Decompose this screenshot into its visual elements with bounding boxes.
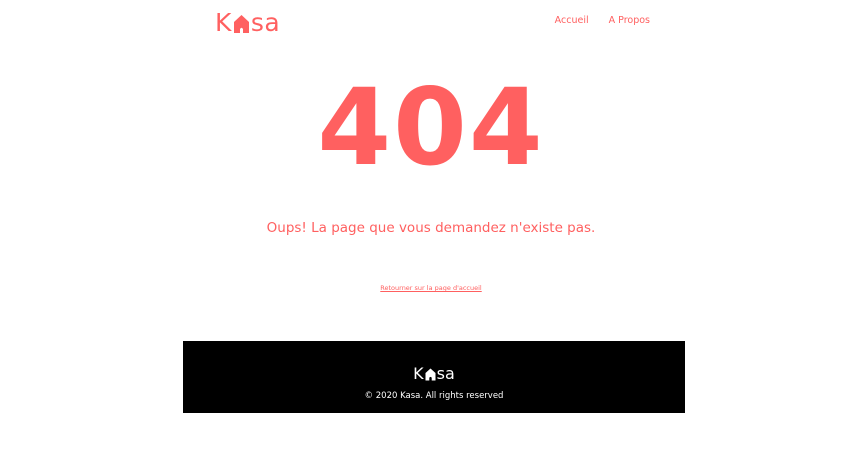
house-icon — [233, 15, 249, 33]
page: K sa Accueil A Propos 404 Oups! La page … — [0, 0, 862, 455]
back-link-container: Retourner sur la page d'accueil — [0, 284, 862, 292]
error-message: Oups! La page que vous demandez n'existe… — [266, 220, 596, 236]
house-icon — [425, 368, 436, 380]
logo-letter-k: K — [215, 7, 232, 37]
nav-link-accueil[interactable]: Accueil — [555, 15, 589, 26]
copyright-text: © 2020 Kasa. All rights reserved — [364, 391, 504, 401]
footer-logo-letter-k: K — [413, 363, 424, 383]
header: K sa Accueil A Propos — [215, 6, 655, 40]
nav-link-a-propos[interactable]: A Propos — [609, 15, 650, 26]
kasa-logo[interactable]: K sa — [215, 6, 280, 38]
logo-letters-sa: sa — [250, 7, 281, 37]
main-nav: Accueil A Propos — [555, 15, 650, 26]
footer-logo-letters-sa: sa — [436, 363, 455, 383]
back-to-home-link[interactable]: Retourner sur la page d'accueil — [380, 284, 481, 292]
error-code: 404 — [317, 66, 545, 189]
footer-logo: K sa — [183, 363, 685, 383]
footer: K sa © 2020 Kasa. All rights reserved — [183, 341, 685, 413]
